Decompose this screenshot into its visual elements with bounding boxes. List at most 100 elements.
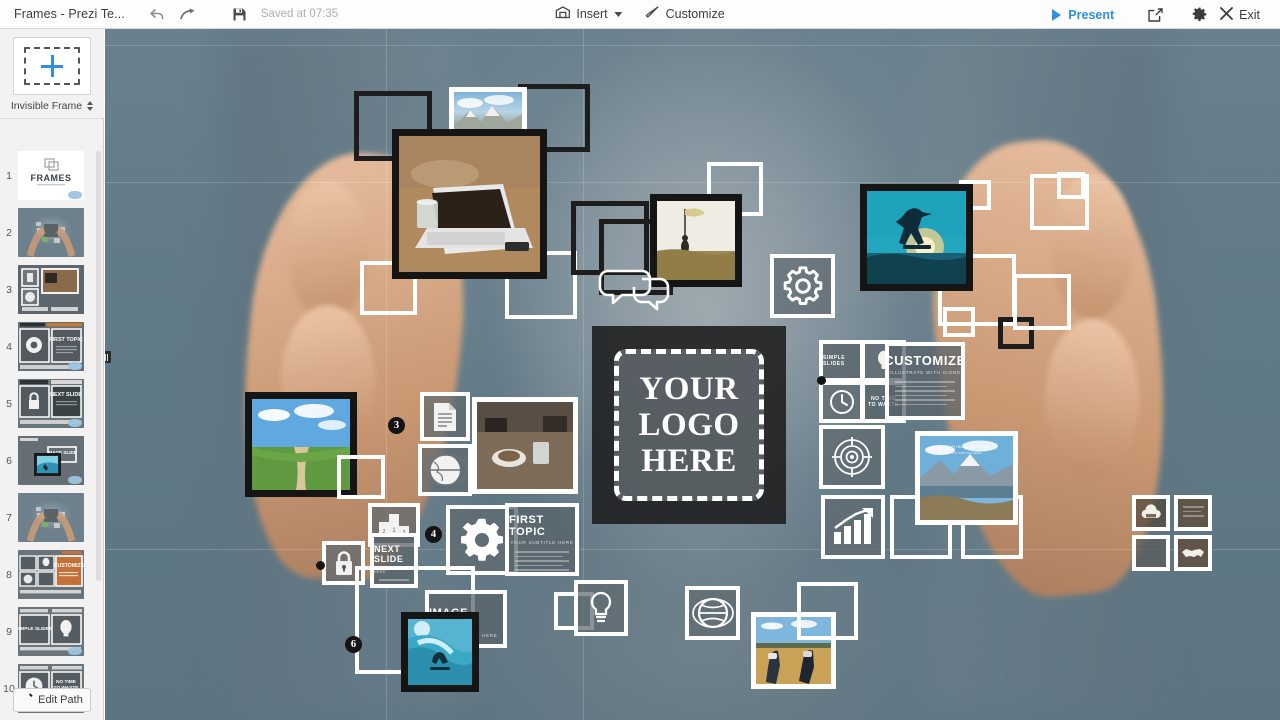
gear-icon: [461, 518, 503, 561]
path-marker-small[interactable]: [316, 561, 325, 570]
gear-icon: [783, 266, 822, 305]
frame-type-dropdown[interactable]: Invisible Frame: [0, 100, 104, 112]
svg-text:YOUR HEADLINE HERE: YOUR HEADLINE HERE: [944, 444, 989, 449]
path-marker[interactable]: 3: [388, 417, 405, 434]
blank-icon-card[interactable]: [1132, 535, 1170, 571]
handshake-icon: [1182, 549, 1204, 557]
path-marker[interactable]: 4: [425, 526, 442, 543]
path-marker[interactable]: 6: [345, 636, 362, 653]
decor-frame-white[interactable]: [1057, 172, 1085, 199]
slide-number: 9: [6, 625, 12, 638]
decor-frame-white[interactable]: [797, 582, 858, 640]
save-status-text: Saved at 07:35: [260, 8, 339, 20]
slide-thumbnail[interactable]: FIRST TOPIC: [18, 322, 84, 371]
gear-icon[interactable]: [1184, 0, 1214, 29]
list-item[interactable]: 9 SIMPLE SLIDES: [0, 603, 104, 660]
cloud-icon-card[interactable]: [1132, 495, 1170, 531]
edit-path-button[interactable]: Edit Path: [13, 688, 91, 712]
decor-frame-white[interactable]: [337, 455, 385, 499]
sidebar-scrollbar[interactable]: [96, 151, 101, 581]
list-item[interactable]: 4 FIRST TOPIC: [0, 318, 104, 375]
first-topic-body-lines: [514, 551, 570, 572]
left-sidebar: Invisible Frame 1 FRAMES 2 3 4 FIRST TOP…: [0, 29, 104, 720]
undo-arrow-icon[interactable]: [143, 0, 173, 29]
insert-menu-button[interactable]: Insert: [555, 6, 623, 22]
slide-number: 5: [6, 397, 12, 410]
slide-number: 4: [6, 340, 12, 353]
list-item[interactable]: 1 FRAMES: [0, 147, 104, 204]
slide-number: 2: [6, 226, 12, 239]
globe-icon-card[interactable]: [418, 444, 472, 496]
thumbnail-badge-icon: [68, 476, 82, 484]
list-item[interactable]: 3: [0, 261, 104, 318]
prezi-editor-window: Frames - Prezi Te... Saved at 07:35 Inse…: [0, 0, 1280, 720]
frame-picker: Invisible Frame: [0, 29, 104, 119]
globe-icon: [422, 454, 468, 486]
thumbnail-badge-icon: [68, 647, 82, 655]
slide-thumbnail[interactable]: SIMPLE SLIDES: [18, 607, 84, 656]
first-topic-card[interactable]: FIRST TOPIC YOUR SUBTITLE HERE: [505, 503, 579, 576]
slide-thumbnail[interactable]: FRAMES: [18, 151, 84, 200]
presentation-canvas[interactable]: YOUR LOGO HERE 1 2 NEXT SLIDE YOUR SUBTI…: [105, 29, 1280, 720]
svg-text:NEXT SLIDE: NEXT SLIDE: [50, 392, 82, 398]
globe-outline-icon-card[interactable]: [685, 586, 740, 640]
slide-thumbnail[interactable]: [18, 265, 84, 314]
customize-card[interactable]: CUSTOMIZE ILLUSTRATE WITH ICONS: [885, 342, 965, 420]
chevron-down-icon: [614, 11, 623, 17]
list-item[interactable]: 2: [0, 204, 104, 261]
object-resize-handle[interactable]: [105, 351, 111, 363]
photo-mountain-panorama[interactable]: YOUR HEADLINE HERE AND SUBTITLE HERE: [915, 431, 1018, 525]
slide-thumbnail-list[interactable]: 1 FRAMES 2 3 4 FIRST TOPIC 5 NEXT SLIDE …: [0, 147, 104, 715]
target-icon-card[interactable]: [819, 425, 885, 489]
clock-icon-card[interactable]: [819, 381, 864, 423]
handshake-icon-card[interactable]: [1174, 535, 1212, 571]
simple-slides-card[interactable]: SIMPLE SLIDES: [819, 340, 864, 382]
toolbar-center-group: Insert Customize: [555, 0, 725, 29]
lock-icon: [335, 550, 352, 575]
simple-slides-title: SIMPLE SLIDES: [823, 355, 846, 367]
slide-thumbnail[interactable]: IMAGE SLIDE: [18, 436, 84, 485]
present-button[interactable]: Present: [1040, 8, 1126, 22]
slide-thumbnail[interactable]: CUSTOMIZE: [18, 550, 84, 599]
floppy-save-icon[interactable]: [225, 0, 255, 29]
list-item[interactable]: 8 CUSTOMIZE: [0, 546, 104, 603]
speech-bubbles-icon-card[interactable]: [598, 261, 674, 317]
next-slide-title: NEXT SLIDE: [374, 544, 404, 564]
decor-frame-white[interactable]: [1013, 274, 1071, 330]
slide-thumbnail[interactable]: [18, 493, 84, 542]
document-title[interactable]: Frames - Prezi Te...: [14, 7, 125, 21]
customize-menu-button[interactable]: Customize: [645, 6, 725, 22]
redo-arrow-icon[interactable]: [173, 0, 203, 29]
close-x-icon: [1220, 6, 1234, 23]
cloud-note-card[interactable]: [1174, 495, 1212, 531]
slide-thumbnail[interactable]: NEXT SLIDE: [18, 379, 84, 428]
path-marker-small[interactable]: [817, 376, 826, 385]
photo-skateboarder-sunset[interactable]: [860, 184, 973, 291]
customize-label: Customize: [665, 7, 725, 21]
thumbnail-badge-icon: [68, 419, 82, 427]
decor-frame-white[interactable]: [943, 307, 975, 337]
insert-label: Insert: [576, 7, 608, 21]
lightbulb-icon-card[interactable]: [574, 580, 628, 636]
photo-laptop-desk[interactable]: [392, 129, 547, 279]
svg-text:SIMPLE SLIDES: SIMPLE SLIDES: [18, 626, 53, 632]
list-item[interactable]: 7: [0, 489, 104, 546]
center-logo-frame[interactable]: YOUR LOGO HERE: [592, 326, 786, 524]
insert-frame-button[interactable]: [13, 37, 91, 95]
slide-thumbnail[interactable]: [18, 208, 84, 257]
frame-type-label: Invisible Frame: [10, 100, 83, 112]
exit-label: Exit: [1239, 7, 1260, 22]
guide-horizontal: [105, 45, 1280, 46]
bar-growth-icon-card[interactable]: [821, 495, 885, 559]
photo-meeting-table[interactable]: [472, 397, 578, 494]
dashed-frame-plus-icon: [24, 47, 80, 85]
list-item[interactable]: 6 IMAGE SLIDE: [0, 432, 104, 489]
document-icon-card[interactable]: [420, 392, 470, 441]
cloud-icon: [1141, 504, 1161, 518]
list-item[interactable]: 5 NEXT SLIDE: [0, 375, 104, 432]
left-finger-upper: [287, 181, 370, 320]
photo-surfer-wave[interactable]: [401, 612, 479, 692]
exit-button[interactable]: Exit: [1214, 6, 1270, 23]
share-export-icon[interactable]: [1140, 0, 1170, 29]
gear-icon-card[interactable]: [770, 254, 835, 318]
